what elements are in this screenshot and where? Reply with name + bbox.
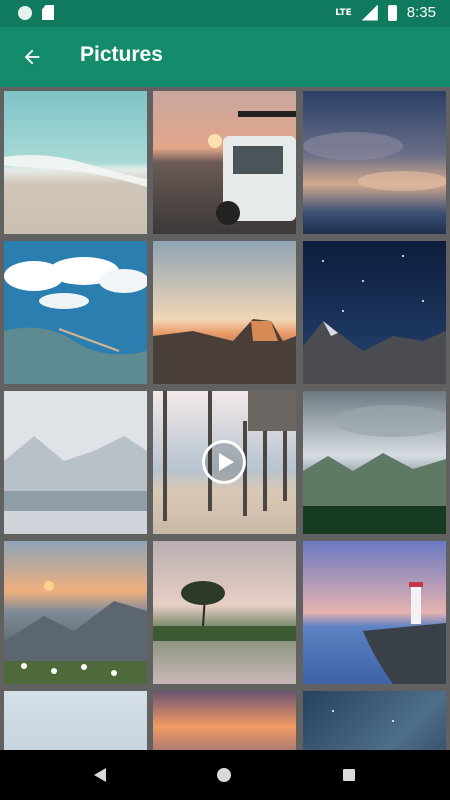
snowy-lake-thumbnail (4, 391, 147, 534)
network-type: LTE (335, 7, 352, 18)
jeep-thumbnail (153, 91, 296, 234)
page-title: Pictures (80, 43, 163, 66)
gallery-item[interactable] (4, 541, 147, 684)
picture-grid[interactable] (0, 87, 450, 750)
gallery-item[interactable] (153, 541, 296, 684)
gallery-item[interactable] (303, 91, 446, 234)
notification-icon (18, 5, 32, 20)
nav-home-icon[interactable] (217, 768, 231, 782)
beach-thumbnail (4, 91, 147, 234)
gallery-item[interactable] (153, 691, 296, 750)
battery-icon (387, 4, 397, 21)
play-icon[interactable] (202, 440, 246, 484)
gallery-item[interactable] (303, 391, 446, 534)
signal-icon (361, 4, 378, 21)
gallery-item[interactable] (303, 241, 446, 384)
nav-back-icon[interactable] (94, 768, 106, 782)
clouds-thumbnail (303, 91, 446, 234)
city-sunset-thumbnail (153, 691, 296, 750)
back-button[interactable] (14, 39, 50, 75)
tree-lake-thumbnail (153, 541, 296, 684)
gallery-item[interactable] (303, 691, 446, 750)
arrow-left-icon (24, 49, 40, 65)
mountain-sunrise-thumbnail (4, 541, 147, 684)
status-bar: LTE 8:35 (0, 0, 450, 27)
app-bar: Pictures (0, 27, 450, 87)
gallery-item[interactable] (153, 241, 296, 384)
status-time: 8:35 (406, 4, 436, 21)
gallery-item[interactable] (4, 691, 147, 750)
system-nav-bar (0, 750, 450, 800)
gallery-item[interactable] (153, 91, 296, 234)
pale-sky-thumbnail (4, 691, 147, 750)
milky-way-thumbnail (303, 691, 446, 750)
gallery-item[interactable] (4, 91, 147, 234)
half-dome-thumbnail (153, 241, 296, 384)
lighthouse-thumbnail (303, 541, 446, 684)
aerial-bay-thumbnail (4, 241, 147, 384)
nav-recents-icon[interactable] (343, 769, 355, 781)
mountain-valley-thumbnail (303, 391, 446, 534)
gallery-item[interactable] (4, 241, 147, 384)
sd-card-icon (42, 5, 54, 20)
gallery-item[interactable] (303, 541, 446, 684)
gallery-item[interactable] (4, 391, 147, 534)
starry-night-thumbnail (303, 241, 446, 384)
